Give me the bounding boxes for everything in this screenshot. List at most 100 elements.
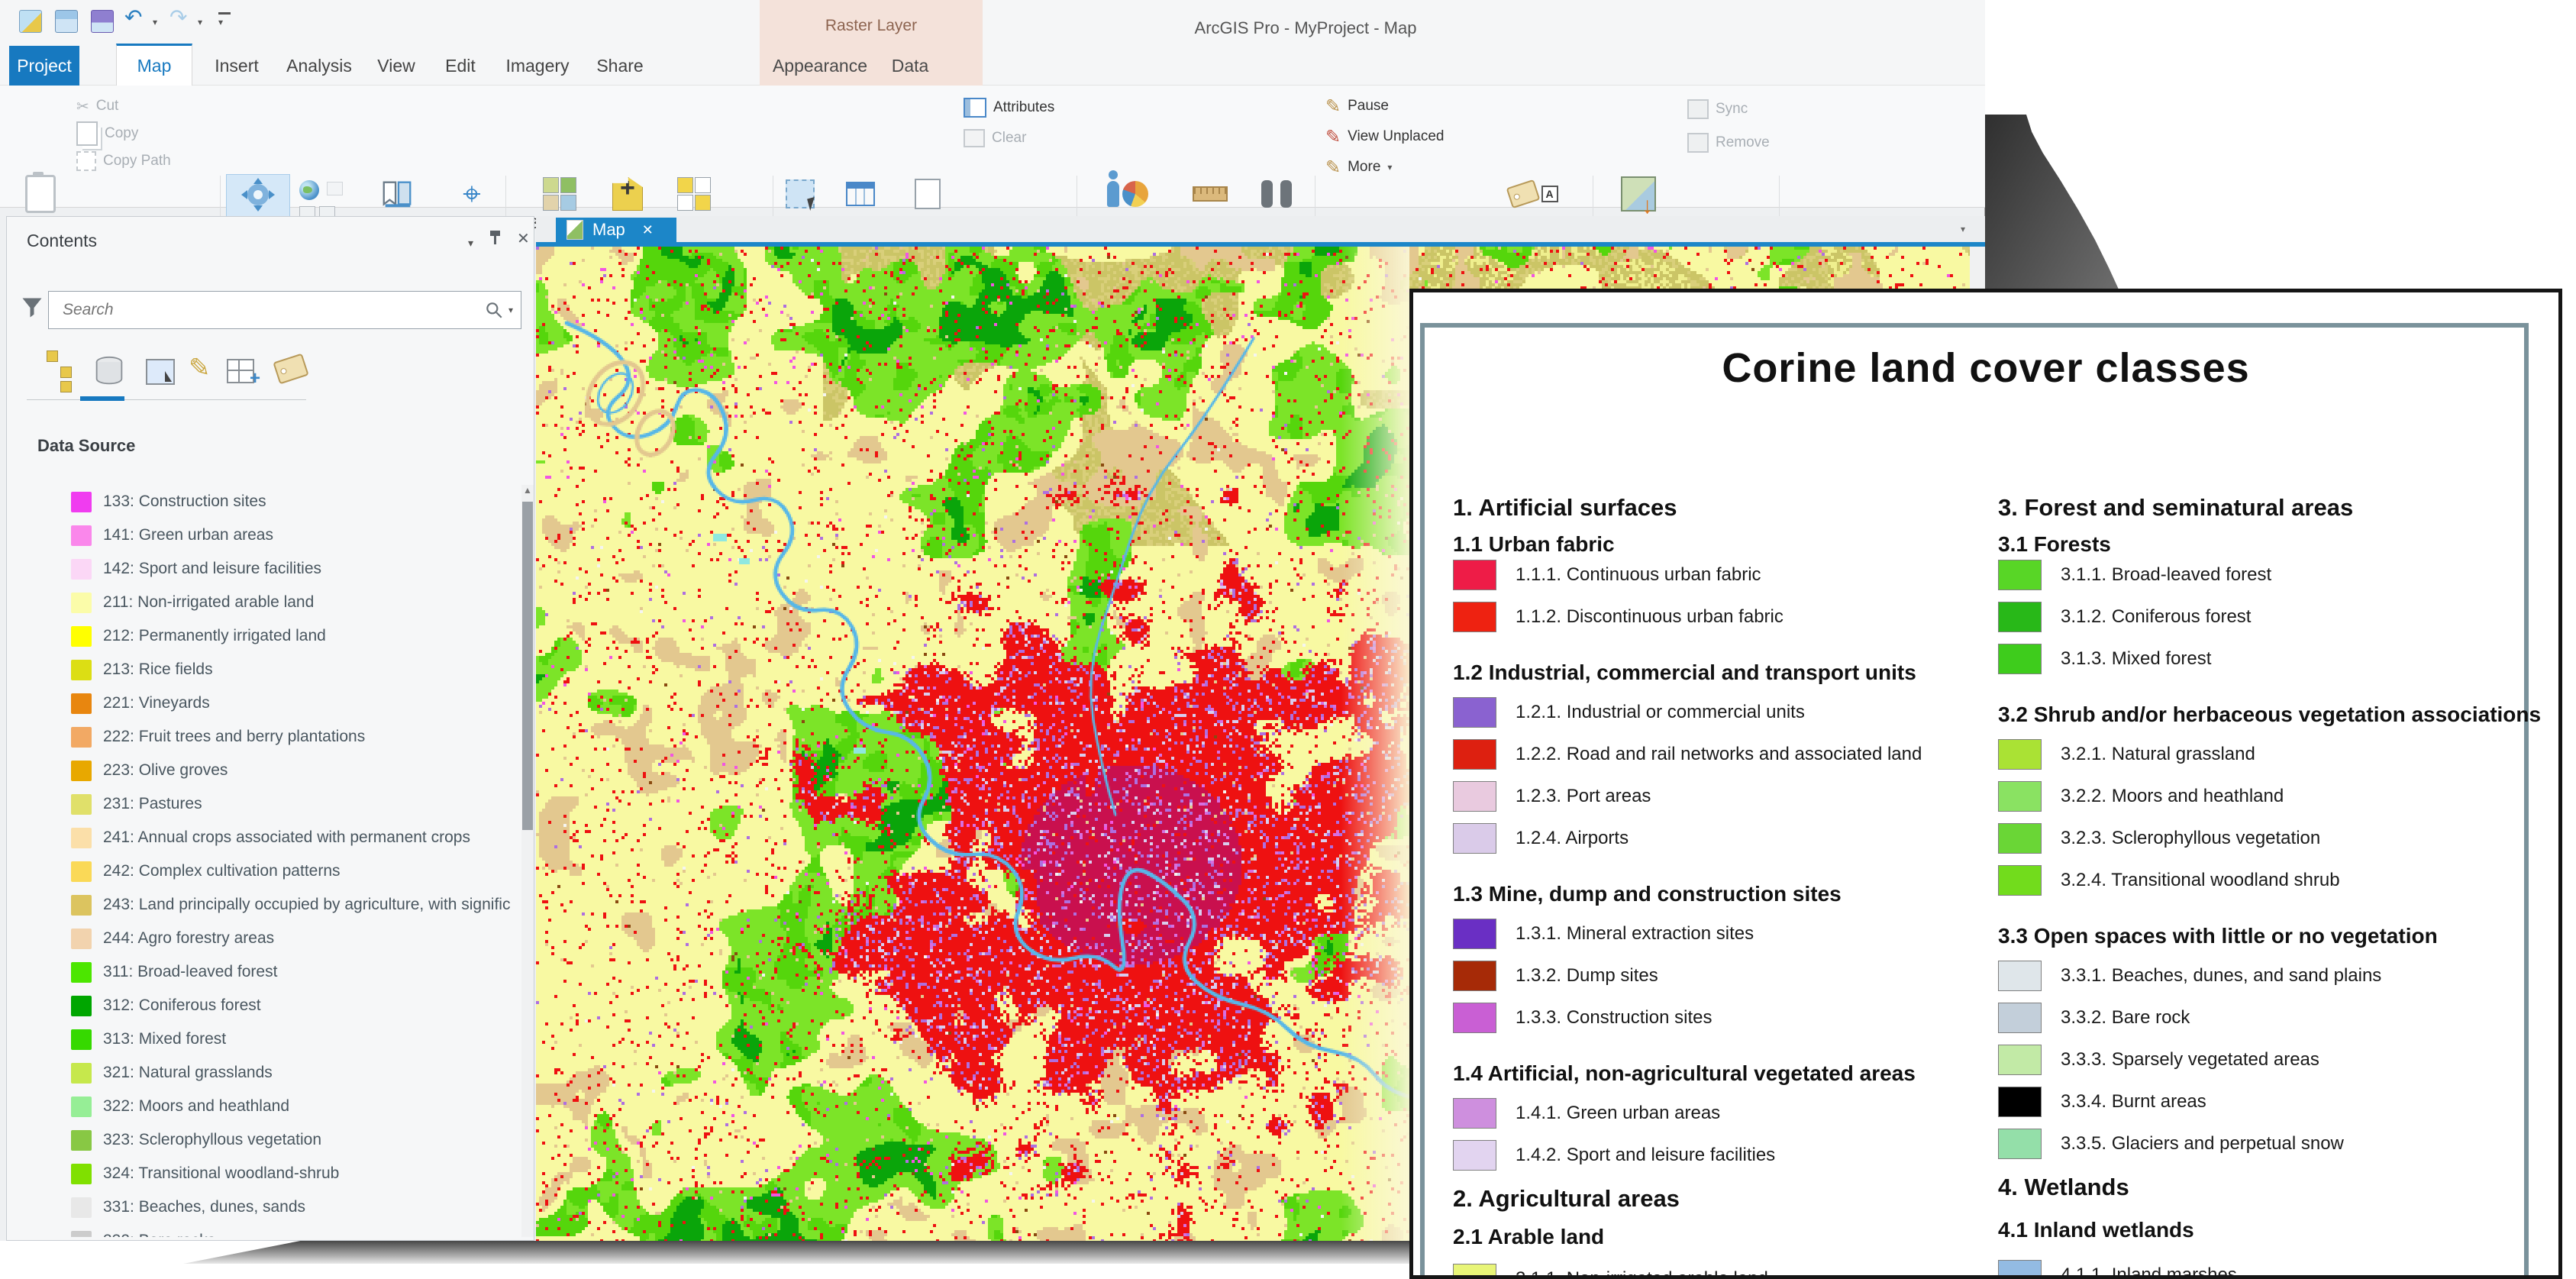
tab-view[interactable]: View [368,46,424,86]
legend-heading: 3. Forest and seminatural areas [1998,494,2354,521]
list-item[interactable]: 244: Agro forestry areas [7,922,511,955]
tab-share[interactable]: Share [588,46,652,86]
remove-button[interactable]: Remove [1687,130,1770,156]
search-input[interactable] [61,300,484,320]
title-bar: ↶ ▾ ↷ ▾ ▾ Raster Layer ArcGIS Pro - MyPr… [0,0,1985,46]
labeling-tab-icon[interactable] [273,353,309,385]
tab-map[interactable]: Map [116,44,192,86]
list-item[interactable]: 211: Non-irrigated arable land [7,586,511,619]
list-item[interactable]: 213: Rice fields [7,653,511,686]
copy-button[interactable]: Copy [76,121,138,147]
full-extent-icon[interactable] [299,180,319,200]
paste-icon [25,172,56,213]
ribbon-tab-row: Project Map Insert Analysis View Edit Im… [0,44,1985,86]
list-item[interactable]: 141: Green urban areas [7,518,511,552]
list-item[interactable]: 243: Land principally occupied by agricu… [7,888,511,922]
zoom-selection-icon[interactable] [327,182,343,195]
redo-dropdown-icon[interactable]: ▾ [198,17,202,27]
list-item[interactable]: 221: Vineyards [7,686,511,720]
legend-color-swatch [1453,823,1496,854]
editing-tab-icon[interactable]: ✎ [189,353,211,383]
list-item[interactable]: 313: Mixed forest [7,1022,511,1056]
annotation-tag-icon [1506,179,1540,209]
legend-color-swatch [1998,560,2042,590]
legend-swatch [71,961,92,983]
legend-swatch [71,995,92,1016]
tab-analysis[interactable]: Analysis [279,46,359,86]
filter-icon[interactable] [21,296,44,319]
cut-button[interactable]: ✂ Cut [76,93,118,119]
tab-overflow-icon[interactable]: ▾ [1961,224,1965,234]
list-item[interactable]: 311: Broad-leaved forest [7,955,511,989]
customize-qat-arrow-icon: ▾ [218,17,224,27]
list-item[interactable]: 223: Olive groves [7,754,511,787]
bookmarks-icon [383,181,412,208]
tab-insert[interactable]: Insert [205,46,269,86]
tab-project[interactable]: Project [9,46,79,86]
legend-swatch [71,592,92,613]
tab-imagery[interactable]: Imagery [498,46,577,86]
data-source-tab-icon[interactable] [92,356,126,390]
list-item[interactable]: 322: Moors and heathland [7,1090,511,1123]
list-item[interactable]: 242: Complex cultivation patterns [7,854,511,888]
list-item[interactable]: 321: Natural grasslands [7,1056,511,1090]
clear-button[interactable]: Clear [964,125,1026,151]
window-shadow-right [1985,115,2119,289]
tab-appearance[interactable]: Appearance [770,46,870,86]
list-item[interactable]: 241: Annual crops associated with perman… [7,821,511,854]
list-item[interactable]: 332: Bare rocks [7,1224,511,1237]
tab-data[interactable]: Data [880,46,941,86]
copy-icon [76,121,98,146]
map-view-tab[interactable]: Map ✕ [556,218,676,242]
list-item[interactable]: 324: Transitional woodland-shrub [7,1157,511,1190]
legend-subheading: 2.1 Arable land [1453,1225,1605,1248]
add-preset-icon [677,177,711,211]
open-project-icon[interactable] [55,10,78,33]
list-item[interactable]: 133: Construction sites [7,485,511,518]
download-map-icon: ↓ [1621,176,1656,218]
legend-entry: 3.2.2. Moors and heathland [1998,781,2541,812]
panel-close-icon[interactable]: ✕ [517,229,530,248]
list-item[interactable]: 323: Sclerophyllous vegetation [7,1123,511,1157]
list-item[interactable]: 212: Permanently irrigated land [7,619,511,653]
layer-legend-list[interactable]: 133: Construction sites 141: Green urban… [7,485,520,1237]
locate-icon [1261,180,1292,208]
screenshot-root: ↶ ▾ ↷ ▾ ▾ Raster Layer ArcGIS Pro - MyPr… [0,0,2576,1279]
undo-icon[interactable]: ↶ [124,6,142,29]
map-tab-close-icon[interactable]: ✕ [642,222,654,238]
legend-color-swatch [1453,781,1496,812]
list-item[interactable]: 142: Sport and leisure facilities [7,552,511,586]
legend-swatch [71,558,92,580]
legend-color-swatch [1998,602,2042,632]
pause-labeling-button[interactable]: ✎ Pause [1325,93,1389,119]
scroll-up-icon[interactable]: ▲ [521,485,534,496]
redo-icon[interactable]: ↷ [169,6,187,29]
copy-path-button[interactable]: Copy Path [76,148,171,174]
scrollbar-thumb[interactable] [522,502,533,830]
corine-legend-window[interactable]: Corine land cover classes 1. Artificial … [1409,289,2562,1279]
search-dropdown-icon[interactable]: ▾ [508,305,513,315]
list-item[interactable]: 231: Pastures [7,787,511,821]
save-icon[interactable] [91,10,114,33]
tab-edit[interactable]: Edit [434,46,487,86]
add-table-tab-icon[interactable]: + [227,359,260,389]
legend-subheading: 1.1 Urban fabric [1453,532,1615,556]
sync-button[interactable]: Sync [1687,96,1748,122]
more-labeling-button[interactable]: ✎ More ▾ [1325,154,1392,180]
select-by-attributes-icon [846,182,875,206]
selection-tab-icon[interactable] [146,359,175,385]
list-item[interactable]: 312: Coniferous forest [7,989,511,1022]
search-icon[interactable] [484,300,504,320]
panel-menu-icon[interactable]: ▾ [468,237,473,250]
new-project-icon[interactable] [19,10,42,33]
legend-color-swatch [1453,1003,1496,1033]
list-item[interactable]: 331: Beaches, dunes, sands [7,1190,511,1224]
view-unplaced-button[interactable]: ✎ View Unplaced [1325,124,1445,150]
contents-scrollbar[interactable]: ▲ [521,485,534,1237]
list-item[interactable]: 222: Fruit trees and berry plantations [7,720,511,754]
undo-dropdown-icon[interactable]: ▾ [153,17,157,27]
drawing-order-tab-icon[interactable] [47,350,72,392]
attributes-button[interactable]: Attributes [964,95,1054,121]
legend-entry: 1.4.1. Green urban areas [1453,1098,1922,1129]
legend-swatch [71,1129,92,1151]
